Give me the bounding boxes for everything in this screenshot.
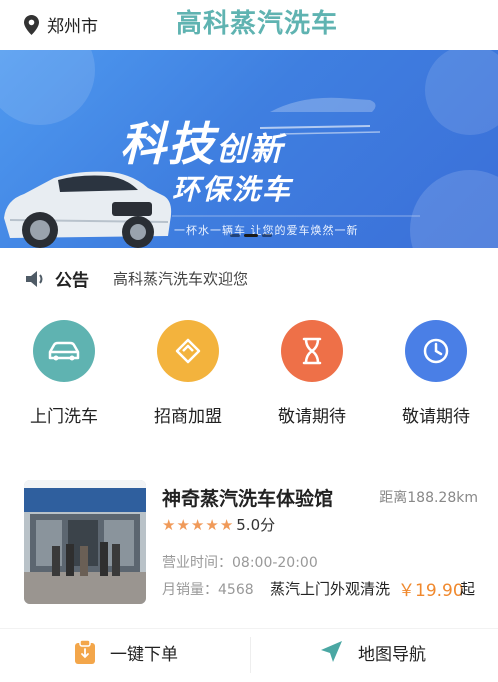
bottom-action-bar: 一键下单 地图导航: [0, 628, 498, 682]
divider: [250, 637, 251, 673]
service-home-wash[interactable]: 上门洗车: [19, 320, 109, 427]
map-navigation-button[interactable]: 地图导航: [318, 639, 426, 665]
nav-label: 地图导航: [358, 644, 426, 665]
carousel-dot[interactable]: [262, 234, 272, 237]
star-icon: ★: [205, 515, 219, 534]
location-label: 郑州市: [47, 17, 98, 37]
star-icon: ★: [176, 515, 190, 534]
rating-value: 5.0分: [236, 516, 276, 534]
star-icon: ★: [162, 515, 176, 534]
carousel-dot[interactable]: [230, 234, 240, 237]
clock-icon: [405, 320, 467, 382]
service-coming-soon-1[interactable]: 敬请期待: [267, 320, 357, 427]
hourglass-icon: [281, 320, 343, 382]
notice-bar[interactable]: 公告 高科蒸汽洗车欢迎您: [24, 266, 248, 291]
service-label: 招商加盟: [154, 407, 222, 427]
order-icon: [75, 639, 95, 664]
speaker-icon: [26, 270, 43, 287]
service-coming-soon-2[interactable]: 敬请期待: [391, 320, 481, 427]
service-label: 上门洗车: [30, 407, 98, 427]
store-hours: 营业时间：08:00-20:00: [162, 555, 318, 571]
star-icon: ★: [219, 515, 234, 534]
service-label: 敬请期待: [278, 407, 346, 427]
one-click-order-button[interactable]: 一键下单: [74, 639, 178, 665]
store-distance: 距离188.28km: [379, 490, 478, 506]
order-label: 一键下单: [110, 644, 178, 665]
location-selector[interactable]: 郑州市: [24, 12, 98, 37]
promo-banner[interactable]: 科技创新 环保洗车 一杯水一辆车 让您的爱车焕然一新: [0, 50, 498, 248]
notice-label: 公告: [55, 271, 89, 291]
store-name[interactable]: 神奇蒸汽洗车体验馆: [162, 484, 333, 511]
store-monthly-sales: 月销量：4568: [162, 582, 254, 598]
notice-text: 高科蒸汽洗车欢迎您: [113, 270, 249, 288]
navigation-arrow-icon: [321, 641, 342, 662]
top-header: 郑州市 高科蒸汽洗车: [0, 0, 498, 46]
service-name: 蒸汽上门外观清洗: [270, 580, 391, 598]
banner-slogan-sub: 环保洗车: [172, 173, 293, 206]
service-price: ￥19.90: [398, 581, 464, 601]
price-suffix: 起: [460, 580, 476, 598]
star-icon: ★: [190, 515, 205, 534]
service-label: 敬请期待: [402, 407, 470, 427]
brand-title: 高科蒸汽洗车: [176, 9, 339, 39]
location-pin-icon: [24, 14, 39, 35]
carousel-indicator[interactable]: [230, 234, 272, 237]
banner-slogan-main: 科技创新: [120, 117, 285, 171]
carousel-dot-active[interactable]: [244, 234, 258, 237]
service-franchise[interactable]: 招商加盟: [143, 320, 233, 427]
store-rating: ★ ★ ★ ★ ★ 5.0分: [162, 514, 275, 535]
handshake-icon: [157, 320, 219, 382]
car-icon: [33, 320, 95, 382]
store-photo[interactable]: [24, 480, 146, 604]
